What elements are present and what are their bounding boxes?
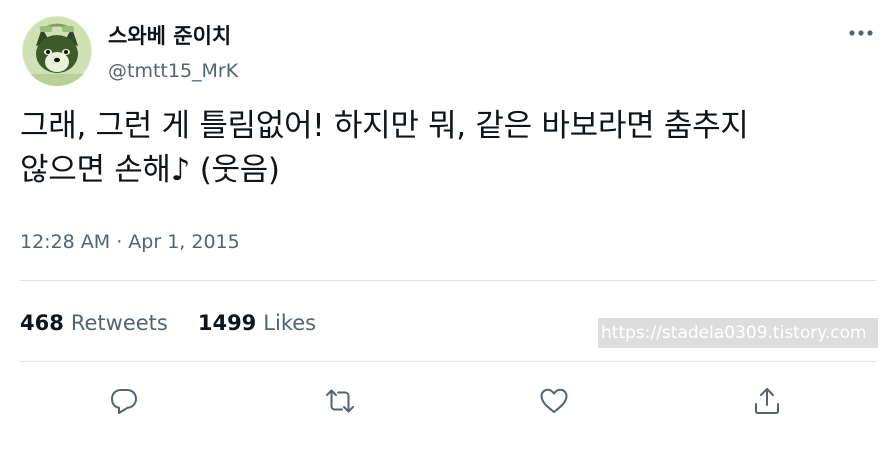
share-button[interactable] xyxy=(746,380,788,422)
tweet-timestamp[interactable]: 12:28 AM · Apr 1, 2015 xyxy=(20,229,240,255)
retweet-icon xyxy=(326,389,354,413)
like-button[interactable] xyxy=(533,380,575,422)
heart-icon xyxy=(540,388,568,413)
retweets-count: 468 xyxy=(20,311,64,335)
likes-label: Likes xyxy=(263,311,317,335)
author-display-name[interactable]: 스와베 준이치 xyxy=(108,22,231,50)
engagement-stats: 468 Retweets 1499 Likes xyxy=(20,308,316,338)
tweet-text: 그래, 그런 게 틀림없어! 하지만 뭐, 같은 바보라면 춤추지 않으면 손해… xyxy=(20,108,749,188)
divider xyxy=(20,361,876,362)
action-bar xyxy=(0,380,894,422)
retweet-button[interactable] xyxy=(319,380,361,422)
retweets-stat[interactable]: 468 Retweets xyxy=(20,308,168,338)
avatar[interactable] xyxy=(22,16,92,86)
author-handle[interactable]: @tmtt15_MrK xyxy=(108,58,238,84)
likes-stat[interactable]: 1499 Likes xyxy=(198,308,316,338)
retweets-label: Retweets xyxy=(70,311,168,335)
share-icon xyxy=(755,388,779,414)
likes-count: 1499 xyxy=(197,311,257,335)
watermark-url: https://stadela0309.tistory.com xyxy=(598,318,878,348)
divider xyxy=(20,280,876,281)
reply-button[interactable] xyxy=(103,380,145,422)
more-horizontal-icon xyxy=(849,30,873,36)
tweet-card: 스와베 준이치 @tmtt15_MrK 그래, 그런 게 틀림없어! 하지만 뭐… xyxy=(0,0,894,454)
shiba-dog-avatar-icon xyxy=(22,16,92,86)
more-options-button[interactable] xyxy=(844,20,878,46)
reply-icon xyxy=(111,389,137,414)
